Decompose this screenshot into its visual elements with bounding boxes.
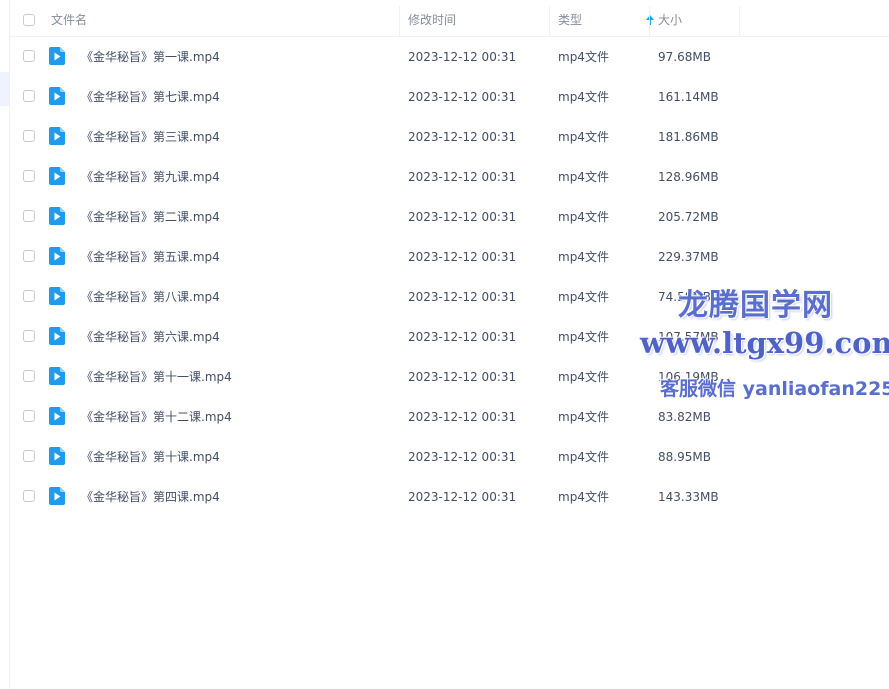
video-file-icon	[49, 367, 65, 385]
video-file-icon	[49, 327, 65, 345]
file-modified-date: 2023-12-12 00:31	[408, 490, 517, 504]
video-file-icon	[49, 127, 65, 145]
row-checkbox[interactable]	[23, 330, 35, 342]
row-checkbox[interactable]	[23, 250, 35, 262]
file-name[interactable]: 《金华秘旨》第七课.mp4	[81, 76, 220, 116]
file-name[interactable]: 《金华秘旨》第五课.mp4	[81, 236, 220, 276]
file-size: 83.82MB	[658, 410, 711, 424]
file-size: 229.37MB	[658, 250, 719, 264]
column-divider[interactable]	[739, 6, 740, 36]
file-name[interactable]: 《金华秘旨》第十二课.mp4	[81, 396, 232, 436]
file-type: mp4文件	[558, 50, 609, 64]
file-row[interactable]: 《金华秘旨》第二课.mp4 2023-12-12 00:31 mp4文件 205.72…	[10, 196, 889, 236]
file-list-header: 文件名 修改时间 类型 大小	[10, 0, 889, 37]
file-type: mp4文件	[558, 290, 609, 304]
file-modified-date: 2023-12-12 00:31	[408, 210, 517, 224]
video-file-icon	[49, 87, 65, 105]
left-panel-selection	[0, 72, 9, 106]
select-all-checkbox[interactable]	[23, 14, 35, 26]
column-header-name[interactable]: 文件名	[51, 0, 87, 36]
file-size: 205.72MB	[658, 210, 719, 224]
file-size: 106.19MB	[658, 370, 719, 384]
file-name[interactable]: 《金华秘旨》第三课.mp4	[81, 116, 220, 156]
video-file-icon	[49, 407, 65, 425]
file-modified-date: 2023-12-12 00:31	[408, 250, 517, 264]
file-modified-date: 2023-12-12 00:31	[408, 130, 517, 144]
file-type: mp4文件	[558, 450, 609, 464]
column-divider[interactable]	[649, 6, 650, 36]
row-checkbox[interactable]	[23, 370, 35, 382]
file-type: mp4文件	[558, 410, 609, 424]
column-header-size[interactable]: 大小	[658, 0, 682, 36]
row-checkbox[interactable]	[23, 90, 35, 102]
row-checkbox[interactable]	[23, 170, 35, 182]
file-name[interactable]: 《金华秘旨》第十一课.mp4	[81, 356, 232, 396]
file-row[interactable]: 《金华秘旨》第十课.mp4 2023-12-12 00:31 mp4文件 88.95M…	[10, 436, 889, 476]
file-type: mp4文件	[558, 90, 609, 104]
file-type: mp4文件	[558, 210, 609, 224]
file-name[interactable]: 《金华秘旨》第二课.mp4	[81, 196, 220, 236]
video-file-icon	[49, 287, 65, 305]
file-modified-date: 2023-12-12 00:31	[408, 290, 517, 304]
file-type: mp4文件	[558, 370, 609, 384]
file-size: 107.57MB	[658, 330, 719, 344]
file-modified-date: 2023-12-12 00:31	[408, 90, 517, 104]
file-row[interactable]: 《金华秘旨》第四课.mp4 2023-12-12 00:31 mp4文件 143.33…	[10, 476, 889, 516]
row-checkbox[interactable]	[23, 290, 35, 302]
sort-ascending-icon[interactable]	[645, 14, 655, 26]
video-file-icon	[49, 247, 65, 265]
file-modified-date: 2023-12-12 00:31	[408, 50, 517, 64]
video-file-icon	[49, 47, 65, 65]
file-modified-date: 2023-12-12 00:31	[408, 450, 517, 464]
file-size: 161.14MB	[658, 90, 719, 104]
row-checkbox[interactable]	[23, 210, 35, 222]
file-modified-date: 2023-12-12 00:31	[408, 370, 517, 384]
file-name[interactable]: 《金华秘旨》第十课.mp4	[81, 436, 220, 476]
file-size: 128.96MB	[658, 170, 719, 184]
file-row[interactable]: 《金华秘旨》第十二课.mp4 2023-12-12 00:31 mp4文件 83.82…	[10, 396, 889, 436]
video-file-icon	[49, 487, 65, 505]
file-name[interactable]: 《金华秘旨》第六课.mp4	[81, 316, 220, 356]
column-header-modified[interactable]: 修改时间	[408, 0, 456, 36]
file-name[interactable]: 《金华秘旨》第一课.mp4	[81, 36, 220, 76]
file-type: mp4文件	[558, 330, 609, 344]
file-type: mp4文件	[558, 170, 609, 184]
file-size: 143.33MB	[658, 490, 719, 504]
file-name[interactable]: 《金华秘旨》第四课.mp4	[81, 476, 220, 516]
file-row[interactable]: 《金华秘旨》第三课.mp4 2023-12-12 00:31 mp4文件 181.86…	[10, 116, 889, 156]
file-modified-date: 2023-12-12 00:31	[408, 170, 517, 184]
file-type: mp4文件	[558, 490, 609, 504]
file-row[interactable]: 《金华秘旨》第九课.mp4 2023-12-12 00:31 mp4文件 128.96…	[10, 156, 889, 196]
column-divider[interactable]	[549, 6, 550, 36]
row-checkbox[interactable]	[23, 490, 35, 502]
row-checkbox[interactable]	[23, 130, 35, 142]
file-row[interactable]: 《金华秘旨》第七课.mp4 2023-12-12 00:31 mp4文件 161.14…	[10, 76, 889, 116]
file-row[interactable]: 《金华秘旨》第十一课.mp4 2023-12-12 00:31 mp4文件 106.1…	[10, 356, 889, 396]
file-size: 74.58MB	[658, 290, 711, 304]
file-type: mp4文件	[558, 250, 609, 264]
file-modified-date: 2023-12-12 00:31	[408, 330, 517, 344]
file-modified-date: 2023-12-12 00:31	[408, 410, 517, 424]
column-divider[interactable]	[399, 6, 400, 36]
file-size: 181.86MB	[658, 130, 719, 144]
left-panel-strip	[0, 0, 10, 689]
row-checkbox[interactable]	[23, 410, 35, 422]
file-list: 《金华秘旨》第一课.mp4 2023-12-12 00:31 mp4文件 97.68M…	[10, 36, 889, 516]
file-row[interactable]: 《金华秘旨》第六课.mp4 2023-12-12 00:31 mp4文件 107.57…	[10, 316, 889, 356]
file-size: 97.68MB	[658, 50, 711, 64]
file-type: mp4文件	[558, 130, 609, 144]
file-row[interactable]: 《金华秘旨》第五课.mp4 2023-12-12 00:31 mp4文件 229.37…	[10, 236, 889, 276]
file-size: 88.95MB	[658, 450, 711, 464]
video-file-icon	[49, 167, 65, 185]
row-checkbox[interactable]	[23, 450, 35, 462]
video-file-icon	[49, 447, 65, 465]
file-row[interactable]: 《金华秘旨》第一课.mp4 2023-12-12 00:31 mp4文件 97.68M…	[10, 36, 889, 76]
file-row[interactable]: 《金华秘旨》第八课.mp4 2023-12-12 00:31 mp4文件 74.58M…	[10, 276, 889, 316]
file-name[interactable]: 《金华秘旨》第八课.mp4	[81, 276, 220, 316]
row-checkbox[interactable]	[23, 50, 35, 62]
file-name[interactable]: 《金华秘旨》第九课.mp4	[81, 156, 220, 196]
video-file-icon	[49, 207, 65, 225]
column-header-type[interactable]: 类型	[558, 0, 582, 36]
